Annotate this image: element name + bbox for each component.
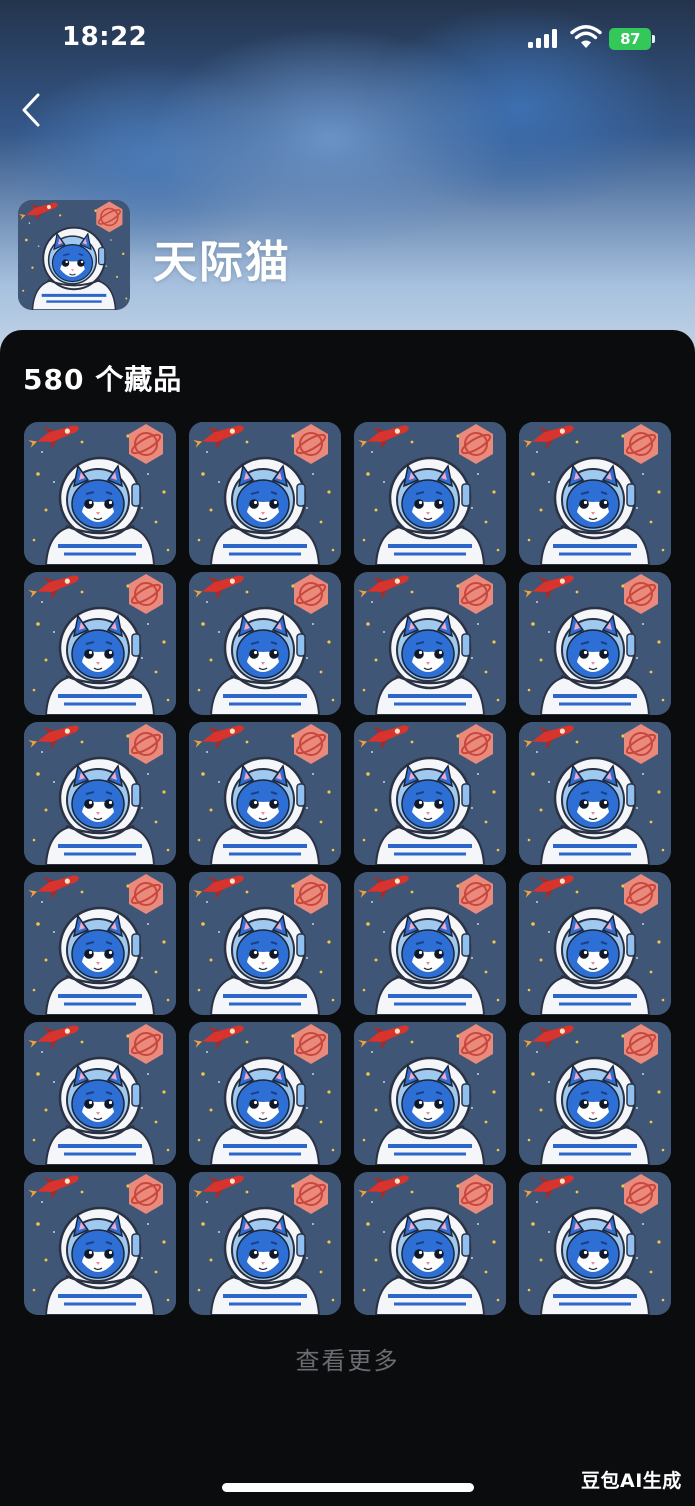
astronaut-cat-image [24,872,176,1015]
collection-item-card[interactable] [24,1022,176,1165]
astronaut-cat-image [354,872,506,1015]
collection-item-card[interactable] [24,422,176,565]
astronaut-cat-image [189,872,341,1015]
collection-item-card[interactable] [519,872,671,1015]
astronaut-cat-image [24,1172,176,1315]
astronaut-cat-image [24,572,176,715]
collection-item-card[interactable] [519,722,671,865]
astronaut-cat-image [189,572,341,715]
collection-item-card[interactable] [24,722,176,865]
collection-item-card[interactable] [354,1172,506,1315]
back-button[interactable] [14,90,50,130]
wifi-icon [570,25,602,48]
astronaut-cat-image [519,1172,671,1315]
collection-item-card[interactable] [24,1172,176,1315]
astronaut-cat-image [354,1022,506,1165]
collection-item-card[interactable] [24,572,176,715]
collection-item-card[interactable] [519,1172,671,1315]
collection-item-card[interactable] [354,572,506,715]
astronaut-cat-image [189,1022,341,1165]
collection-item-card[interactable] [189,1172,341,1315]
astronaut-cat-image [24,422,176,565]
astronaut-cat-image [519,722,671,865]
astronaut-cat-image [354,572,506,715]
astronaut-cat-image [354,1172,506,1315]
see-more-button[interactable]: 查看更多 [0,1341,695,1376]
collection-item-card[interactable] [519,1022,671,1165]
astronaut-cat-image [354,722,506,865]
status-bar: 18:22 87 [0,0,695,80]
astronaut-cat-image [24,1022,176,1165]
astronaut-cat-image [354,422,506,565]
ai-generated-watermark: 豆包AI生成 [581,1470,682,1492]
home-indicator[interactable] [222,1483,474,1492]
astronaut-cat-image [519,422,671,565]
status-time: 18:22 [62,22,148,52]
astronaut-cat-image [189,1172,341,1315]
astronaut-cat-image [519,872,671,1015]
collection-item-card[interactable] [24,872,176,1015]
collection-count: 580 个藏品 [23,363,183,396]
cellular-signal-icon [528,28,562,48]
collection-item-card[interactable] [354,872,506,1015]
collection-title: 天际猫 [153,237,291,288]
collection-item-card[interactable] [354,422,506,565]
battery-indicator: 87 [609,28,655,50]
collection-item-card[interactable] [189,572,341,715]
astronaut-cat-image [24,722,176,865]
collection-item-card[interactable] [519,422,671,565]
astronaut-cat-image [519,572,671,715]
collection-item-card[interactable] [519,572,671,715]
astronaut-cat-image [519,1022,671,1165]
battery-level: 87 [620,30,640,48]
astronaut-cat-image [189,722,341,865]
astronaut-cat-image [189,422,341,565]
collection-avatar [18,200,130,310]
collection-item-card[interactable] [354,1022,506,1165]
collection-grid [24,422,672,1315]
collection-item-card[interactable] [189,422,341,565]
collection-item-card[interactable] [354,722,506,865]
collection-item-card[interactable] [189,722,341,865]
collection-item-card[interactable] [189,872,341,1015]
collection-item-card[interactable] [189,1022,341,1165]
